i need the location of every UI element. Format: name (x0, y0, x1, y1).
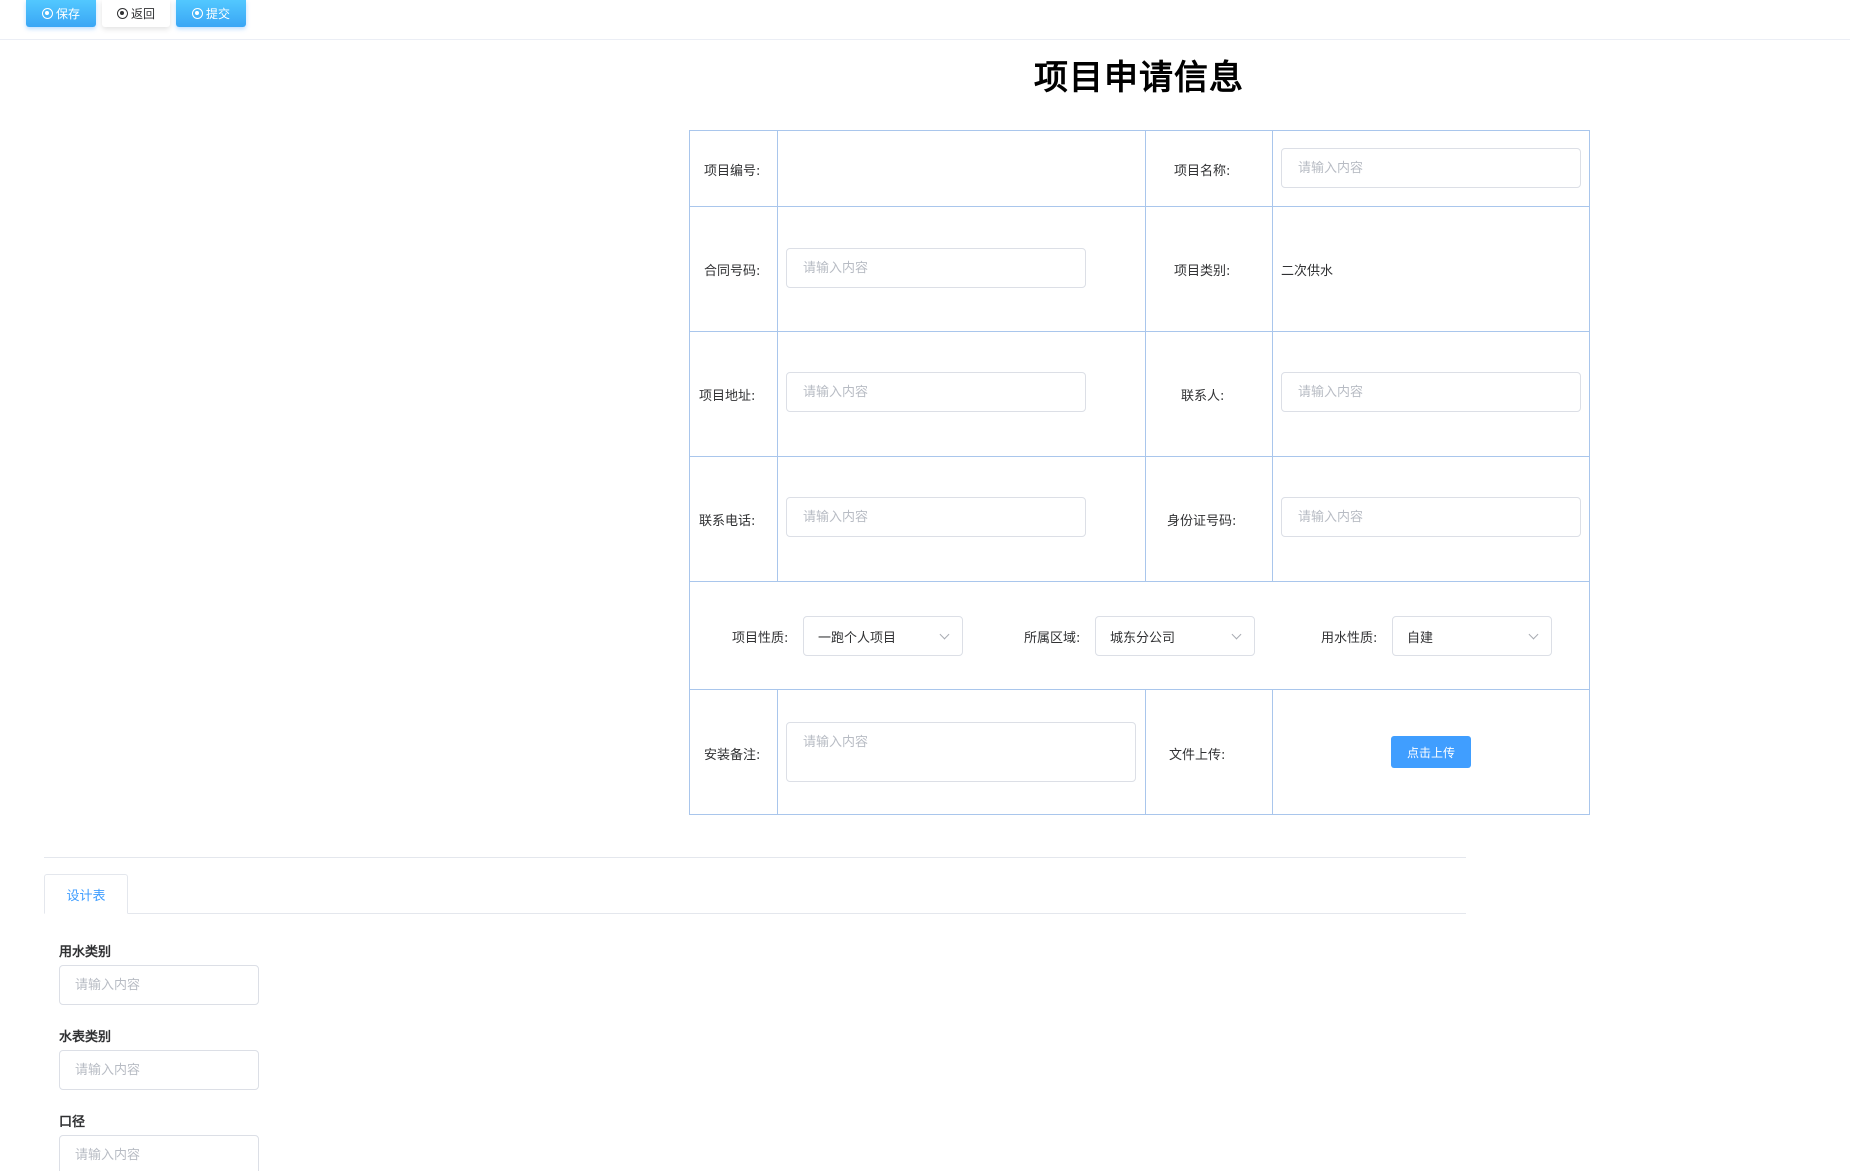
table-divider (777, 131, 778, 581)
phone-label: 联系电话: (699, 514, 756, 529)
section-divider (44, 857, 1466, 858)
address-label: 项目地址: (699, 389, 756, 404)
table-divider (777, 689, 778, 814)
contract-no-label: 合同号码: (704, 264, 761, 279)
project-name-label: 项目名称: (1174, 164, 1231, 179)
chevron-down-icon (1528, 629, 1539, 639)
contact-label: 联系人: (1181, 389, 1225, 404)
caliber-input[interactable] (59, 1135, 259, 1171)
back-button-label: 返回 (130, 7, 155, 21)
id-number-label: 身份证号码: (1167, 514, 1237, 529)
project-category-value: 二次供水 (1281, 264, 1334, 279)
table-divider (1145, 131, 1146, 581)
back-icon (116, 8, 128, 19)
project-nature-label: 项目性质: (732, 631, 789, 646)
table-divider (690, 331, 1589, 332)
table-divider (690, 456, 1589, 457)
caliber-label: 口径 (59, 1115, 86, 1130)
project-nature-value: 一跑个人项目 (818, 630, 897, 646)
water-nature-select[interactable]: 自建 (1392, 616, 1552, 656)
remarks-textarea[interactable] (786, 722, 1136, 782)
region-select[interactable]: 城东分公司 (1095, 616, 1255, 656)
region-value: 城东分公司 (1110, 630, 1176, 646)
toolbar: 保存 返回 提交 (0, 0, 1850, 40)
region-label: 所属区域: (1024, 631, 1081, 646)
contract-no-input[interactable] (786, 248, 1086, 288)
upload-button[interactable]: 点击上传 (1391, 736, 1471, 768)
upload-label: 文件上传: (1169, 748, 1226, 763)
address-input[interactable] (786, 372, 1086, 412)
water-nature-value: 自建 (1407, 630, 1434, 646)
id-number-input[interactable] (1281, 497, 1581, 537)
water-nature-label: 用水性质: (1321, 631, 1378, 646)
tab-design-table[interactable]: 设计表 (44, 874, 128, 914)
table-divider (690, 206, 1589, 207)
remarks-label: 安装备注: (704, 748, 761, 763)
page-title: 项目申请信息 (1034, 58, 1244, 98)
submit-icon (191, 8, 203, 19)
table-divider (1145, 689, 1146, 814)
water-category-label: 用水类别 (59, 945, 112, 960)
project-name-input[interactable] (1281, 148, 1581, 188)
contact-input[interactable] (1281, 372, 1581, 412)
project-no-label: 项目编号: (704, 164, 761, 179)
phone-input[interactable] (786, 497, 1086, 537)
project-form-table: 项目编号: 项目名称: 合同号码: 项目类别: 二次供水 项目地址: 联系人: … (689, 130, 1590, 815)
submit-button-label: 提交 (205, 7, 230, 21)
submit-button[interactable]: 提交 (176, 0, 246, 27)
project-nature-select[interactable]: 一跑个人项目 (803, 616, 963, 656)
chevron-down-icon (1231, 629, 1242, 639)
table-divider (690, 581, 1589, 582)
project-category-label: 项目类别: (1174, 264, 1231, 279)
save-button-label: 保存 (55, 7, 80, 21)
save-button[interactable]: 保存 (26, 0, 96, 27)
meter-category-label: 水表类别 (59, 1030, 112, 1045)
tabs-bar-border (44, 913, 1466, 914)
table-divider (690, 689, 1589, 690)
table-divider (1272, 689, 1273, 814)
save-icon (41, 8, 53, 19)
chevron-down-icon (939, 629, 950, 639)
table-divider (1272, 131, 1273, 581)
water-category-input[interactable] (59, 965, 259, 1005)
back-button[interactable]: 返回 (102, 0, 170, 27)
meter-category-input[interactable] (59, 1050, 259, 1090)
